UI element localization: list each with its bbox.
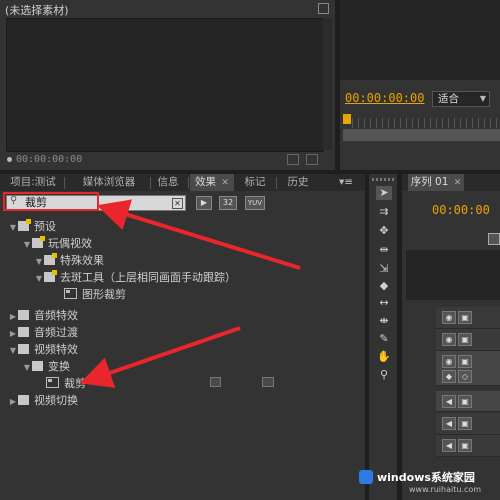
- watermark-title: windows系统家园: [377, 471, 475, 484]
- logo-icon: [359, 470, 373, 484]
- watermark: windows系统家园 www.ruihaitu.com: [355, 466, 500, 500]
- annotation-arrows: [79, 199, 301, 388]
- watermark-url: www.ruihaitu.com: [409, 485, 482, 494]
- arrow-to-search: [96, 199, 301, 270]
- arrow-to-crop: [79, 326, 241, 388]
